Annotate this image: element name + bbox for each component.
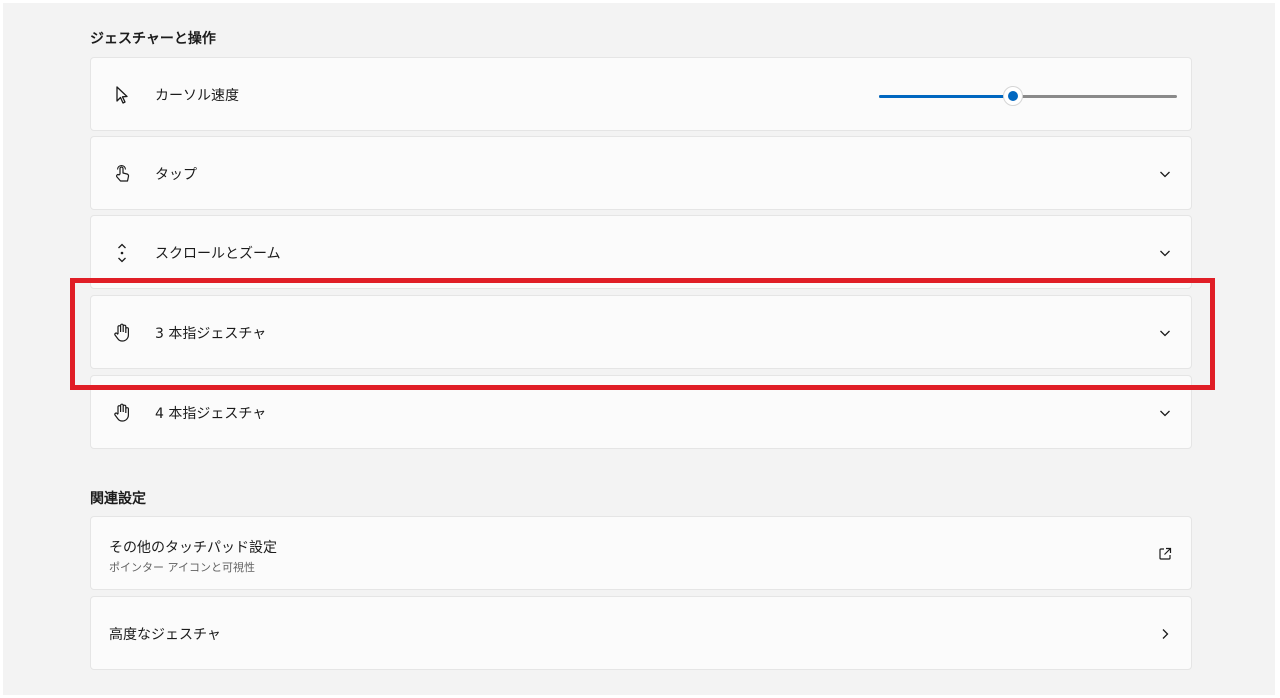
hand-gesture-icon <box>111 402 133 424</box>
section-title-related: 関連設定 <box>90 491 146 507</box>
chevron-down-icon[interactable] <box>1157 166 1173 182</box>
scroll-zoom-label: スクロールとズーム <box>155 246 281 262</box>
three-finger-gestures-label: 3 本指ジェスチャ <box>155 326 267 342</box>
slider-fill <box>879 95 1014 98</box>
more-touchpad-settings-row[interactable]: その他のタッチパッド設定 ポインター アイコンと可視性 <box>90 516 1192 590</box>
cursor-speed-slider[interactable] <box>879 86 1177 106</box>
slider-thumb[interactable] <box>1003 86 1024 106</box>
cursor-arrow-icon <box>111 84 133 106</box>
chevron-right-icon[interactable] <box>1157 626 1173 642</box>
more-touchpad-settings-label: その他のタッチパッド設定 <box>109 540 277 556</box>
hand-gesture-icon <box>111 322 133 344</box>
tap-row[interactable]: タップ <box>90 136 1192 210</box>
cursor-speed-row: カーソル速度 <box>90 57 1192 131</box>
more-touchpad-settings-sublabel: ポインター アイコンと可視性 <box>109 561 255 574</box>
advanced-gestures-label: 高度なジェスチャ <box>109 627 221 643</box>
cursor-speed-label: カーソル速度 <box>155 88 239 104</box>
open-external-icon[interactable] <box>1157 546 1173 562</box>
tap-hand-icon <box>111 163 133 185</box>
chevron-down-icon[interactable] <box>1157 405 1173 421</box>
four-finger-gestures-row[interactable]: 4 本指ジェスチャ <box>90 375 1192 449</box>
tap-label: タップ <box>155 167 197 183</box>
advanced-gestures-row[interactable]: 高度なジェスチャ <box>90 596 1192 670</box>
scroll-arrows-icon <box>111 242 133 264</box>
chevron-down-icon[interactable] <box>1157 325 1173 341</box>
scroll-zoom-row[interactable]: スクロールとズーム <box>90 215 1192 289</box>
three-finger-gestures-row[interactable]: 3 本指ジェスチャ <box>90 295 1192 369</box>
chevron-down-icon[interactable] <box>1157 245 1173 261</box>
four-finger-gestures-label: 4 本指ジェスチャ <box>155 406 267 422</box>
section-title-gestures: ジェスチャーと操作 <box>90 31 216 47</box>
